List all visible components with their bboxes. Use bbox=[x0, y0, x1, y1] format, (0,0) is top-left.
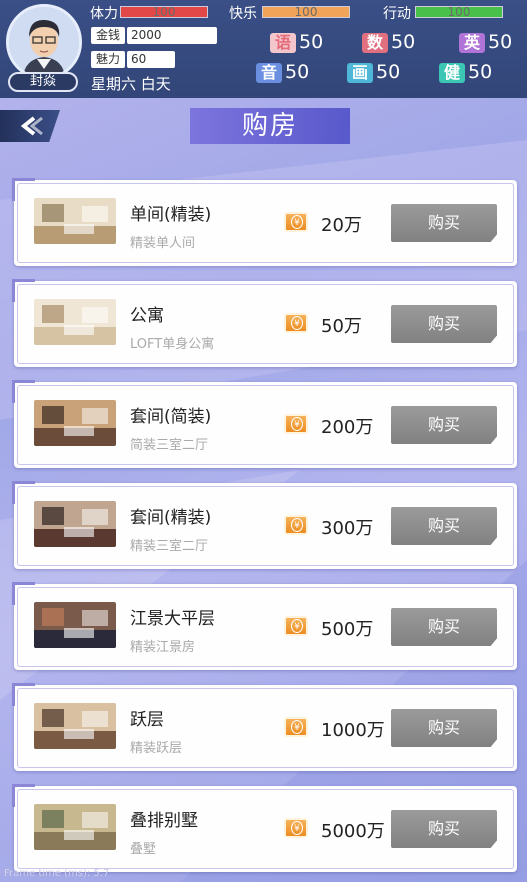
money-value: 2000 bbox=[127, 27, 217, 44]
skill-math: 数 50 bbox=[362, 31, 415, 53]
page-title: 购房 bbox=[241, 111, 298, 141]
buy-button[interactable]: 购买 bbox=[391, 608, 497, 646]
house-description: LOFT单身公寓 bbox=[130, 337, 215, 352]
back-button[interactable] bbox=[0, 110, 60, 142]
skill-english: 英 50 bbox=[459, 31, 512, 53]
price-coin-icon: ¥ bbox=[284, 717, 308, 737]
suite-icon bbox=[34, 400, 116, 446]
action-value: 100 bbox=[447, 5, 471, 19]
happiness-label: 快乐 bbox=[229, 6, 257, 22]
house-price: 1000万 bbox=[321, 720, 385, 741]
player-name: 封焱 bbox=[8, 72, 78, 92]
house-price: 20万 bbox=[321, 215, 362, 236]
skill-math-icon: 数 bbox=[362, 33, 388, 53]
stamina-label: 体力 bbox=[90, 6, 118, 22]
villa-icon bbox=[34, 804, 116, 850]
house-card: 叠排别墅 叠墅 ¥ 5000万 购买 bbox=[12, 784, 517, 872]
house-price: 300万 bbox=[321, 518, 374, 539]
house-name: 叠排别墅 bbox=[130, 811, 198, 831]
skill-art-value: 50 bbox=[376, 61, 401, 83]
skill-art-icon: 画 bbox=[347, 63, 373, 83]
skill-chinese-icon: 语 bbox=[270, 33, 296, 53]
skill-music-value: 50 bbox=[285, 61, 310, 83]
price-coin-icon: ¥ bbox=[284, 212, 308, 232]
river-view-icon bbox=[34, 602, 116, 648]
avatar-portrait-icon bbox=[9, 7, 79, 77]
price-coin-icon: ¥ bbox=[284, 818, 308, 838]
skill-english-value: 50 bbox=[488, 31, 513, 53]
happiness-value: 100 bbox=[294, 5, 318, 19]
house-name: 单间(精装) bbox=[130, 205, 212, 225]
house-name: 套间(简装) bbox=[130, 407, 212, 427]
house-card: 套间(精装) 精装三室二厅 ¥ 300万 购买 bbox=[12, 481, 517, 569]
house-description: 精装跃层 bbox=[130, 741, 183, 756]
action-label: 行动 bbox=[383, 6, 411, 22]
house-description: 精装单人间 bbox=[130, 236, 196, 251]
price-coin-icon: ¥ bbox=[284, 414, 308, 434]
house-description: 精装三室二厅 bbox=[130, 539, 209, 554]
buy-button[interactable]: 购买 bbox=[391, 507, 497, 545]
skill-chinese-value: 50 bbox=[299, 31, 324, 53]
charm-label: 魅力 bbox=[91, 51, 125, 68]
duplex-icon bbox=[34, 703, 116, 749]
house-description: 叠墅 bbox=[130, 842, 157, 857]
money-label: 金钱 bbox=[91, 27, 125, 44]
buy-button[interactable]: 购买 bbox=[391, 204, 497, 242]
house-name: 江景大平层 bbox=[130, 609, 215, 629]
house-name: 套间(精装) bbox=[130, 508, 212, 528]
buy-button[interactable]: 购买 bbox=[391, 810, 497, 848]
room-icon bbox=[34, 198, 116, 244]
stamina-bar: 100 bbox=[120, 5, 208, 19]
happiness-bar: 100 bbox=[262, 5, 350, 19]
skill-music: 音 50 bbox=[256, 61, 309, 83]
house-price: 50万 bbox=[321, 316, 362, 337]
back-arrow-icon bbox=[20, 116, 43, 136]
skill-math-value: 50 bbox=[391, 31, 416, 53]
status-header: 封焱 体力 100 快乐 100 行动 100 金钱 2000 魅力 60 星期… bbox=[0, 0, 527, 98]
stamina-value: 100 bbox=[152, 5, 176, 19]
charm-value: 60 bbox=[127, 51, 175, 68]
skill-fitness: 健 50 bbox=[439, 61, 492, 83]
house-card: 跃层 精装跃层 ¥ 1000万 购买 bbox=[12, 683, 517, 771]
house-description: 简装三室二厅 bbox=[130, 438, 209, 453]
skill-art: 画 50 bbox=[347, 61, 400, 83]
house-price: 5000万 bbox=[321, 821, 385, 842]
price-coin-icon: ¥ bbox=[284, 515, 308, 535]
price-coin-icon: ¥ bbox=[284, 313, 308, 333]
house-card: 套间(简装) 简装三室二厅 ¥ 200万 购买 bbox=[12, 380, 517, 468]
house-name: 公寓 bbox=[130, 306, 164, 326]
house-name: 跃层 bbox=[130, 710, 164, 730]
action-bar: 100 bbox=[415, 5, 503, 19]
apartment-icon bbox=[34, 299, 116, 345]
buy-button[interactable]: 购买 bbox=[391, 305, 497, 343]
suite-deluxe-icon bbox=[34, 501, 116, 547]
skill-fitness-value: 50 bbox=[468, 61, 493, 83]
buy-button[interactable]: 购买 bbox=[391, 709, 497, 747]
skill-music-icon: 音 bbox=[256, 63, 282, 83]
house-card: 江景大平层 精装江景房 ¥ 500万 购买 bbox=[12, 582, 517, 670]
house-price: 200万 bbox=[321, 417, 374, 438]
house-card: 公寓 LOFT单身公寓 ¥ 50万 购买 bbox=[12, 279, 517, 367]
price-coin-icon: ¥ bbox=[284, 616, 308, 636]
day-time: 星期六 白天 bbox=[91, 75, 171, 93]
buy-button[interactable]: 购买 bbox=[391, 406, 497, 444]
avatar[interactable] bbox=[6, 4, 82, 80]
skill-fitness-icon: 健 bbox=[439, 63, 465, 83]
skill-english-icon: 英 bbox=[459, 33, 485, 53]
skill-chinese: 语 50 bbox=[270, 31, 323, 53]
house-description: 精装江景房 bbox=[130, 640, 196, 655]
house-card: 单间(精装) 精装单人间 ¥ 20万 购买 bbox=[12, 178, 517, 266]
frame-time: Frame time (ms): 5.7 bbox=[4, 868, 110, 879]
house-price: 500万 bbox=[321, 619, 374, 640]
